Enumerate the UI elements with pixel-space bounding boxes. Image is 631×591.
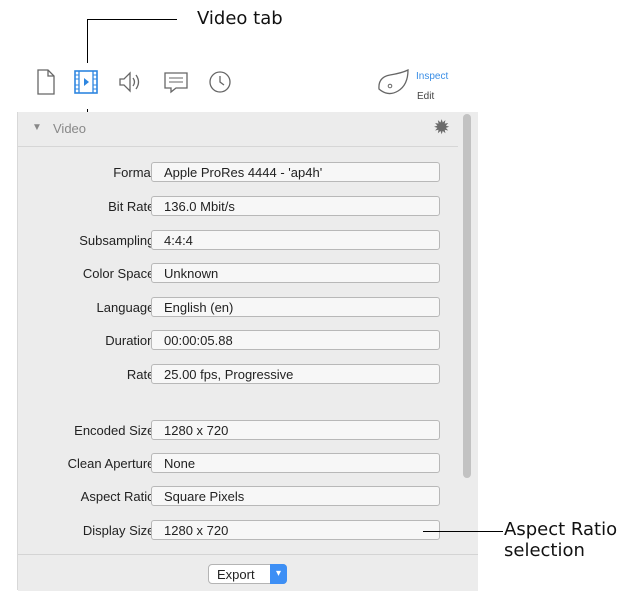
field-label: Clean Aperture: <box>67 456 158 471</box>
aspect-ratio-callout-line <box>423 531 503 532</box>
field-value: 25.00 fps, Progressive <box>151 364 440 384</box>
field-label: Language: <box>96 300 158 315</box>
export-popup-button[interactable]: Export ▾ <box>208 564 287 584</box>
gear-icon[interactable]: ✹ <box>433 117 450 139</box>
film-icon[interactable] <box>71 67 101 97</box>
inspect-edit-icon[interactable] <box>374 67 414 97</box>
field-label: Color Space: <box>82 266 158 281</box>
field-value: English (en) <box>151 297 440 317</box>
video-inspector-panel: ▼ Video ✹ Format: Apple ProRes 4444 - 'a… <box>17 112 478 591</box>
video-tab-callout-label: Video tab <box>197 8 283 29</box>
field-label: Aspect Ratio: <box>80 489 158 504</box>
field-row-color-space: Color Space: Unknown <box>18 263 458 285</box>
field-value: 1280 x 720 <box>151 420 440 440</box>
field-value: 136.0 Mbit/s <box>151 196 440 216</box>
aspect-ratio-callout-label-line1: Aspect Ratio <box>504 519 618 540</box>
clock-icon[interactable] <box>205 67 235 97</box>
bottom-bar: Export ▾ <box>18 554 478 591</box>
field-row-bit-rate: Bit Rate: 136.0 Mbit/s <box>18 196 458 218</box>
field-row-clean-aperture: Clean Aperture: None <box>18 453 458 475</box>
field-row-aspect-ratio: Aspect Ratio: Square Pixels <box>18 486 458 508</box>
video-tab-callout-line-h <box>87 19 177 20</box>
inspector-toolbar: Inspect Edit <box>17 63 477 109</box>
field-label: Encoded Size: <box>74 423 158 438</box>
field-row-rate: Rate: 25.00 fps, Progressive <box>18 364 458 386</box>
field-row-duration: Duration: 00:00:05.88 <box>18 330 458 352</box>
edit-mode-link[interactable]: Edit <box>417 91 434 102</box>
field-row-language: Language: English (en) <box>18 297 458 319</box>
export-label: Export <box>217 567 255 582</box>
field-value: None <box>151 453 440 473</box>
field-value: 00:00:05.88 <box>151 330 440 350</box>
document-icon[interactable] <box>31 67 61 97</box>
field-row-format: Format: Apple ProRes 4444 - 'ap4h' <box>18 162 458 184</box>
section-title: Video <box>53 121 87 136</box>
field-row-encoded-size: Encoded Size: 1280 x 720 <box>18 420 458 442</box>
field-value: Square Pixels <box>151 486 440 506</box>
field-value: Apple ProRes 4444 - 'ap4h' <box>151 162 440 182</box>
vertical-scrollbar[interactable] <box>461 114 473 554</box>
chevron-down-icon[interactable]: ▾ <box>270 564 287 584</box>
field-label: Display Size: <box>82 523 158 538</box>
field-value: 4:4:4 <box>151 230 440 250</box>
video-section-header[interactable]: ▼ Video ✹ <box>18 112 458 147</box>
field-label: Subsampling: <box>79 233 158 248</box>
caption-icon[interactable] <box>161 67 191 97</box>
inspect-mode-link[interactable]: Inspect <box>416 71 448 82</box>
field-row-display-size: Display Size: 1280 x 720 <box>18 520 458 542</box>
field-value: 1280 x 720 <box>151 520 440 540</box>
field-row-subsampling: Subsampling: 4:4:4 <box>18 230 458 252</box>
scroll-thumb[interactable] <box>463 114 471 478</box>
speaker-icon[interactable] <box>115 67 145 97</box>
field-value: Unknown <box>151 263 440 283</box>
disclosure-triangle-icon[interactable]: ▼ <box>32 122 42 133</box>
aspect-ratio-callout-label-line2: selection <box>504 540 585 561</box>
